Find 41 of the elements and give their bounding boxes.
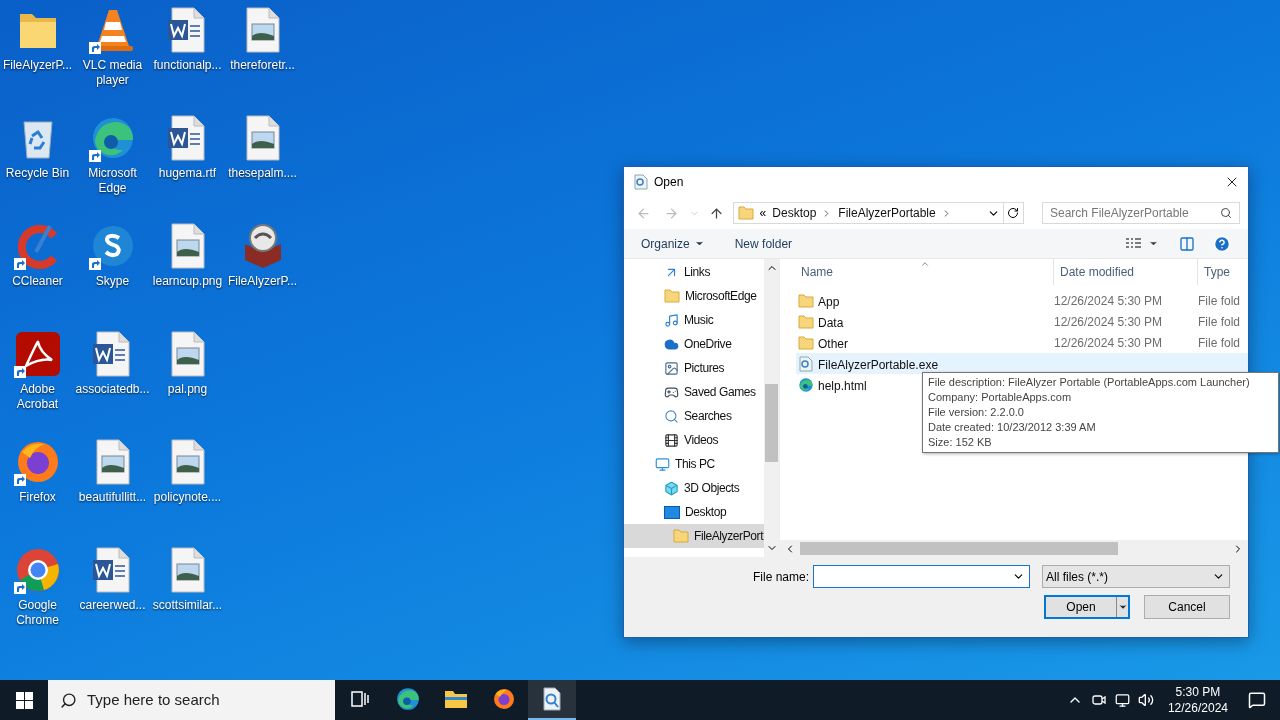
desktop-icon-label: Google Chrome — [15, 598, 60, 628]
file-type: File fold — [1198, 313, 1241, 331]
file-name: FileAlyzerPortable.exe — [818, 357, 939, 372]
desktop-icon-label: Firefox — [18, 490, 57, 505]
desktop-icon-label: associatedb... — [75, 382, 150, 397]
desktop-icon-label: Microsoft Edge — [87, 166, 138, 196]
desktop-icon-label: Recycle Bin — [4, 166, 71, 181]
desktop-icon-label: Adobe Acrobat — [15, 382, 60, 412]
file-type: File fold — [1198, 292, 1241, 310]
desktop-icon-label: thesepalm.... — [227, 166, 298, 181]
desktop-icon-label: scottsimilar... — [151, 598, 224, 613]
desktop-icon-label: CCleaner — [11, 274, 64, 289]
file-date: 12/26/2024 5:30 PM — [1054, 334, 1164, 352]
file-name: App — [818, 294, 840, 309]
file-date: 12/26/2024 5:30 PM — [1054, 313, 1164, 331]
desktop-icon-label: beautifullitt... — [77, 490, 148, 505]
desktop-icon-label: pal.png — [166, 382, 209, 397]
file-name: Other — [818, 336, 848, 351]
desktop-icon-label: Skype — [94, 274, 131, 289]
desktop-icon-label: careerwed... — [78, 598, 147, 613]
window-title: Open — [654, 174, 684, 191]
tooltip-line: Date created: 10/23/2012 3:39 AM — [928, 420, 1097, 435]
desktop-icon-label: learncup.png — [151, 274, 224, 289]
clock-time: 5:30 PM — [1175, 684, 1221, 700]
file-date: 12/26/2024 5:30 PM — [1054, 292, 1164, 310]
file-name-label: File name: — [752, 568, 809, 586]
desktop-icon-label: policynote.... — [152, 490, 223, 505]
desktop-icon-label: FileAlyzerP... — [226, 274, 299, 289]
tooltip-line: Size: 152 KB — [928, 435, 993, 450]
desktop-icon-label: VLC media player — [81, 58, 144, 88]
desktop-icon-label: FileAlyzerP... — [1, 58, 74, 73]
tooltip-line: File version: 2.2.0.0 — [928, 405, 1025, 420]
desktop-icon-label: hugema.rtf — [157, 166, 218, 181]
file-name: Data — [818, 315, 844, 330]
desktop-icon-label: thereforetr... — [229, 58, 296, 73]
file-name: help.html — [818, 378, 867, 393]
file-type: File fold — [1198, 334, 1241, 352]
clock-date: 12/26/2024 — [1167, 700, 1228, 716]
tooltip-line: File description: FileAlyzer Portable (PortableApps.com Launcher) — [928, 375, 1251, 390]
tooltip-line: Company: PortableApps.com — [928, 390, 1073, 405]
desktop-icon-label: functionalp... — [152, 58, 223, 73]
